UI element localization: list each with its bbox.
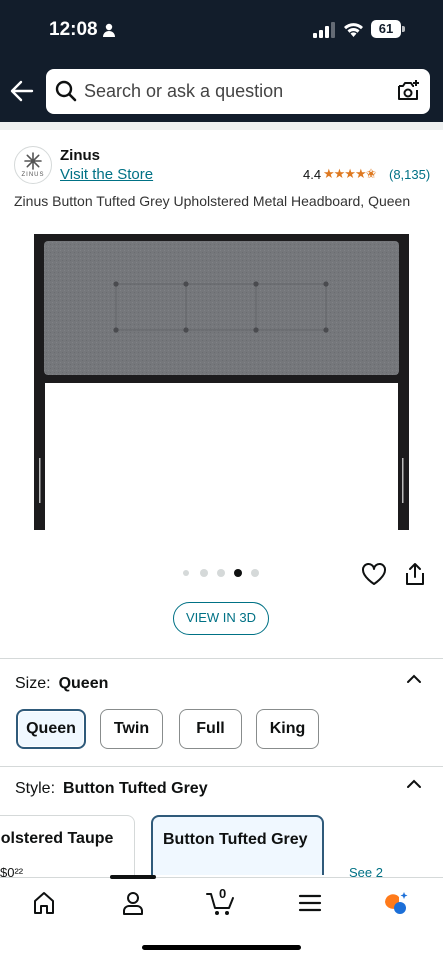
search-bar[interactable]: Search or ask a question — [46, 69, 430, 114]
style-selected-value: Button Tufted Grey — [63, 780, 208, 797]
chevron-up-icon[interactable] — [406, 674, 422, 684]
home-indicator — [142, 945, 301, 950]
brand-name: Zinus — [60, 147, 100, 164]
style-option-button-tufted-grey[interactable]: Button Tufted Grey — [151, 815, 324, 875]
active-tab-indicator — [110, 875, 156, 879]
size-label-text: Size: — [15, 675, 51, 692]
section-divider — [0, 766, 443, 767]
product-title: Zinus Button Tufted Grey Upholstered Met… — [14, 193, 411, 209]
battery-level: 61 — [371, 20, 401, 38]
home-icon[interactable] — [31, 890, 57, 916]
brand-logo[interactable]: ZINUS — [14, 146, 52, 184]
product-image[interactable] — [30, 232, 414, 534]
style-label: Style: Button Tufted Grey — [15, 780, 208, 798]
size-option-king[interactable]: King — [256, 709, 319, 749]
camera-lens-icon[interactable] — [396, 79, 420, 103]
carousel-dot[interactable] — [217, 569, 225, 577]
style-option-label: holstered Taupe — [0, 830, 114, 847]
person-icon — [103, 23, 115, 37]
size-selected-value: Queen — [58, 675, 109, 692]
menu-icon[interactable] — [297, 890, 323, 916]
zinus-logo-icon — [24, 152, 42, 170]
carousel-dot[interactable] — [200, 569, 208, 577]
search-input[interactable]: Search or ask a question — [84, 81, 283, 102]
star-rating-icon[interactable]: ★★★★✬ — [323, 166, 377, 182]
rufus-icon[interactable] — [383, 890, 409, 916]
visit-store-link[interactable]: Visit the Store — [60, 166, 153, 183]
header-divider — [0, 122, 443, 130]
style-option-label: Button Tufted Grey — [163, 831, 308, 848]
brand-logo-text: ZINUS — [21, 172, 45, 178]
wifi-icon — [344, 23, 363, 37]
search-icon — [55, 80, 77, 102]
size-option-twin[interactable]: Twin — [100, 709, 163, 749]
carousel-dot-active[interactable] — [234, 569, 242, 577]
chevron-up-icon[interactable] — [406, 779, 422, 789]
size-option-full[interactable]: Full — [179, 709, 242, 749]
battery-indicator: 61 — [371, 20, 405, 38]
carousel-dot[interactable] — [251, 569, 259, 577]
rating-value: 4.4 — [303, 167, 322, 182]
section-divider — [0, 658, 443, 659]
status-time: 12:08 — [49, 19, 98, 40]
back-arrow-icon[interactable] — [8, 77, 36, 105]
carousel-dot[interactable] — [183, 570, 189, 576]
app-header: 12:08 61 Search or ask a question — [0, 0, 443, 122]
style-label-text: Style: — [15, 780, 56, 797]
cellular-signal-icon — [313, 22, 335, 38]
view-in-3d-button[interactable]: VIEW IN 3D — [173, 602, 269, 635]
account-icon[interactable] — [120, 890, 146, 916]
cart-count: 0 — [219, 886, 227, 901]
review-count-link[interactable]: (8,135) — [389, 167, 430, 182]
share-icon[interactable] — [404, 562, 426, 586]
size-label: Size: Queen — [15, 675, 108, 693]
size-option-queen[interactable]: Queen — [16, 709, 86, 749]
heart-icon[interactable] — [361, 562, 387, 586]
